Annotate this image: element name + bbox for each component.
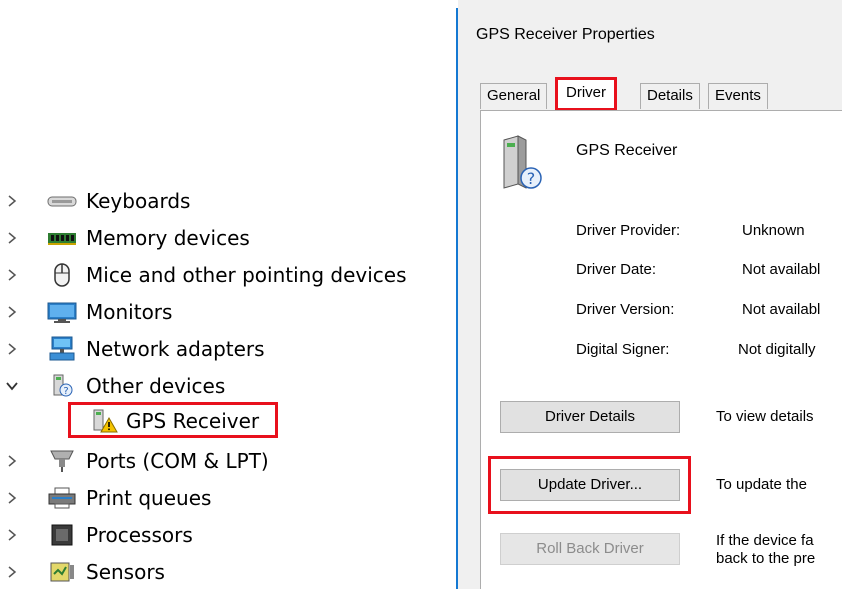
tree-item-label: Monitors xyxy=(86,300,173,324)
dialog-title: GPS Receiver Properties xyxy=(476,26,655,43)
chevron-down-icon[interactable] xyxy=(4,378,20,394)
chevron-right-icon[interactable] xyxy=(4,230,20,246)
network-icon xyxy=(46,336,78,362)
tree-item-label: Keyboards xyxy=(86,189,191,213)
unknown-device-icon: ? xyxy=(46,373,78,399)
properties-dialog: GPS Receiver Properties General Driver D… xyxy=(458,0,842,589)
tree-item-label: Print queues xyxy=(86,486,212,510)
driver-version-label: Driver Version: xyxy=(576,301,675,318)
chevron-right-icon[interactable] xyxy=(4,341,20,357)
port-icon xyxy=(46,448,78,474)
tree-item-gps-receiver[interactable]: GPS Receiver xyxy=(68,402,282,442)
device-tree: Keyboards Memory devices Mice and other … xyxy=(0,0,455,589)
roll-back-driver-button: Roll Back Driver xyxy=(500,533,680,565)
chevron-right-icon[interactable] xyxy=(4,564,20,580)
svg-text:?: ? xyxy=(63,386,68,397)
roll-back-description-line2: back to the pre xyxy=(716,550,816,567)
update-driver-description: To update the xyxy=(716,476,807,493)
device-icon: ? xyxy=(496,134,546,192)
sensor-icon xyxy=(46,559,78,585)
update-driver-button[interactable]: Update Driver... xyxy=(500,469,680,501)
tab-general[interactable]: General xyxy=(480,83,548,109)
chevron-right-icon[interactable] xyxy=(4,527,20,543)
driver-date-label: Driver Date: xyxy=(576,261,657,278)
tree-item-label: Memory devices xyxy=(86,226,250,250)
tree-item-label: Processors xyxy=(86,523,193,547)
tree-item-label: Network adapters xyxy=(86,337,265,361)
driver-details-description: To view details xyxy=(716,408,814,425)
digital-signer-label: Digital Signer: xyxy=(576,341,670,358)
tree-item-label: Mice and other pointing devices xyxy=(86,263,407,287)
printer-icon xyxy=(46,485,78,511)
device-name: GPS Receiver xyxy=(576,142,678,159)
driver-provider-label: Driver Provider: xyxy=(576,222,681,239)
monitor-icon xyxy=(46,299,78,325)
roll-back-description-line1: If the device fa xyxy=(716,532,814,549)
warning-device-icon xyxy=(90,408,120,434)
driver-provider-value: Unknown xyxy=(742,222,805,239)
chevron-right-icon[interactable] xyxy=(4,453,20,469)
tree-item-label: Other devices xyxy=(86,374,226,398)
memory-icon xyxy=(46,225,78,251)
svg-text:?: ? xyxy=(527,169,536,188)
chevron-right-icon[interactable] xyxy=(4,267,20,283)
driver-version-value: Not availabl xyxy=(742,301,821,318)
tree-item-label: Sensors xyxy=(86,560,165,584)
tree-item-label: GPS Receiver xyxy=(126,409,260,433)
tab-details[interactable]: Details xyxy=(640,83,700,109)
digital-signer-value: Not digitally xyxy=(738,341,816,358)
keyboard-icon xyxy=(46,188,78,214)
driver-details-button[interactable]: Driver Details xyxy=(500,401,680,433)
tab-events[interactable]: Events xyxy=(708,83,768,109)
chevron-right-icon[interactable] xyxy=(4,490,20,506)
mouse-icon xyxy=(46,262,78,288)
chevron-right-icon[interactable] xyxy=(4,304,20,320)
tree-item-label: Ports (COM & LPT) xyxy=(86,449,269,473)
driver-date-value: Not availabl xyxy=(742,261,821,278)
chevron-right-icon[interactable] xyxy=(4,193,20,209)
processor-icon xyxy=(46,522,78,548)
tab-driver[interactable]: Driver xyxy=(555,77,617,111)
tab-bar: General Driver Details Events xyxy=(480,77,842,111)
